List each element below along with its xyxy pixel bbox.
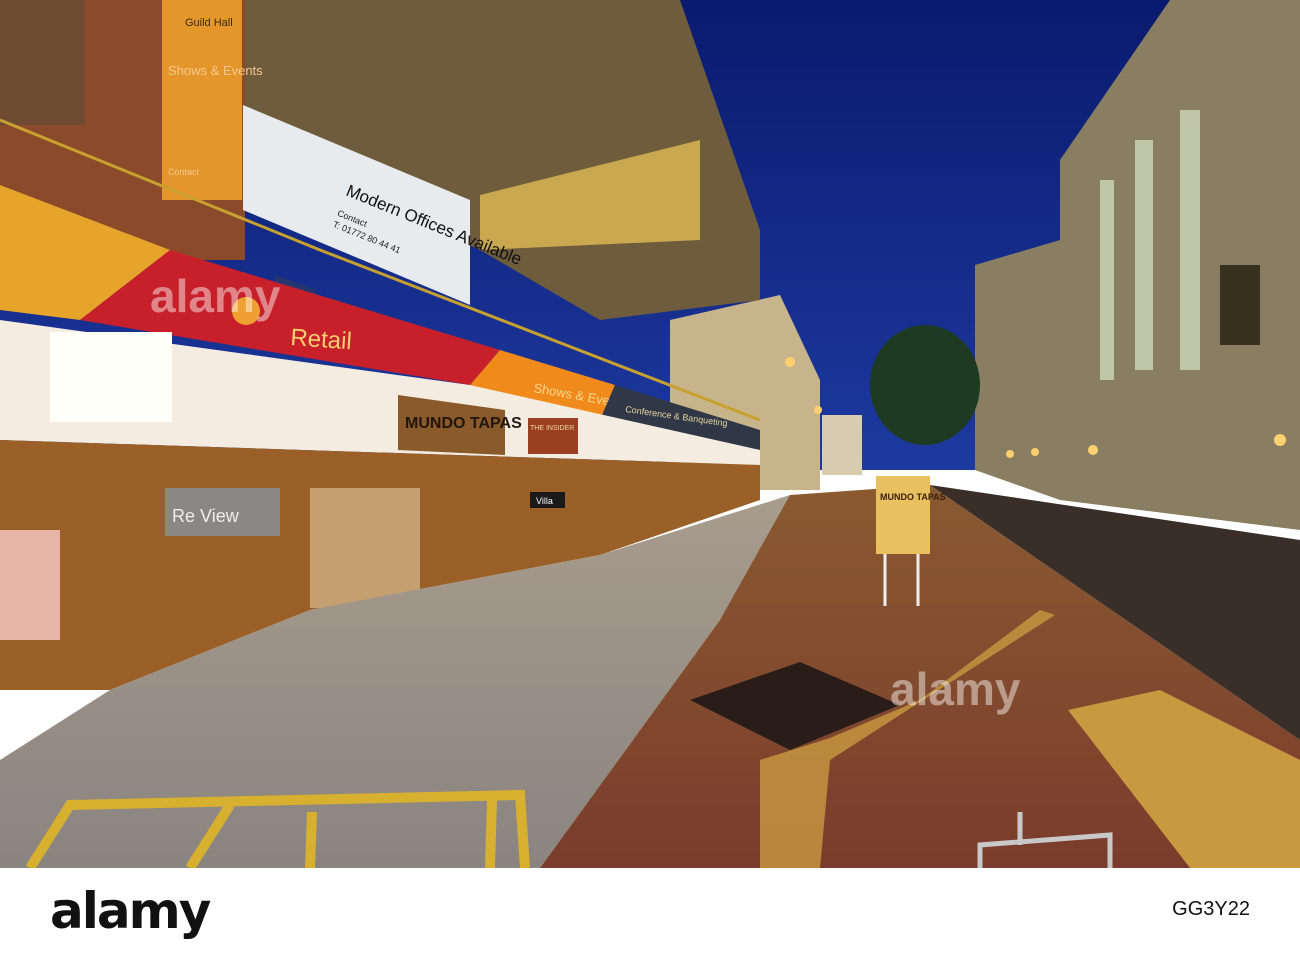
villa-sign: Villa: [536, 496, 553, 506]
footer-bar: alamy GG3Y22: [0, 868, 1300, 956]
insider-label: THE INSIDER: [530, 425, 574, 432]
tree: [870, 325, 980, 445]
street-sign-board: [876, 476, 930, 554]
mundo-tapas-label: MUNDO TAPAS: [405, 415, 522, 432]
guild-hall-subtitle: Shows & Events: [168, 63, 263, 78]
retail-label: Retail: [290, 324, 353, 355]
guild-hall-title: Guild Hall: [185, 17, 233, 29]
alamy-logo[interactable]: alamy: [50, 882, 211, 940]
street-night-photo: Guild Hall Shows & Events Contact Modern…: [0, 0, 1300, 868]
watermark-left: alamy: [150, 270, 281, 322]
guild-hall-contact: Contact: [168, 167, 200, 177]
watermark-right: alamy: [890, 663, 1021, 715]
review-shop-sign: Re View: [172, 506, 240, 526]
street-sign-label: MUNDO TAPAS: [880, 492, 946, 502]
image-id: GG3Y22: [1172, 898, 1250, 920]
